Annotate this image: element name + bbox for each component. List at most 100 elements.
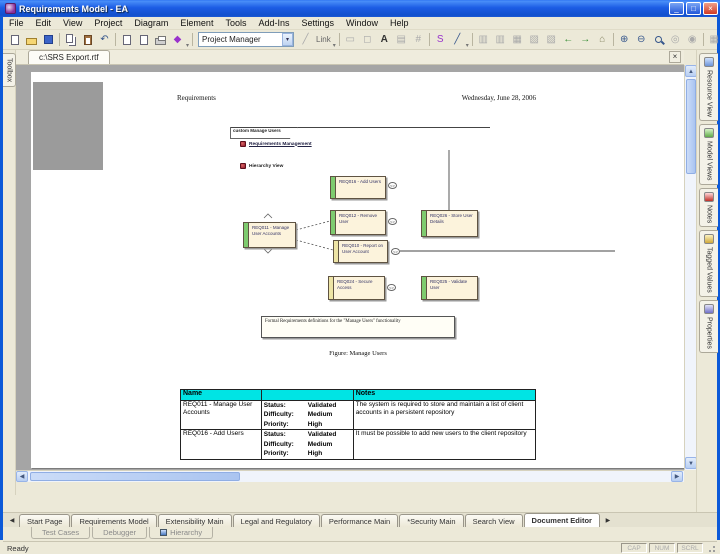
combo-dropdown-icon[interactable]	[282, 33, 293, 46]
main-toolbar: ↶ ◆ ▾ Project Manager ╱ Link ▾ ▭ ◻ A ▤ #…	[3, 30, 717, 50]
resource-view-icon	[704, 57, 714, 67]
status-bar-yellow	[329, 277, 334, 299]
req-box-req026: REQ026 - Store User Details	[421, 210, 478, 237]
req-box-label: REQ024 - Secure Access	[337, 279, 382, 290]
document-tab[interactable]: c:\SRS Export.rtf	[28, 50, 110, 64]
workspace-combo[interactable]: Project Manager	[198, 32, 294, 47]
req-box-req016: REQ016 - Add Users	[330, 176, 386, 199]
new-document-icon[interactable]	[6, 32, 23, 48]
prop-value: Medium	[308, 440, 351, 449]
open-icon[interactable]	[23, 32, 40, 48]
menu-addins[interactable]: Add-Ins	[252, 18, 295, 28]
tab-security-main[interactable]: *Security Main	[399, 514, 463, 527]
menu-view[interactable]: View	[57, 18, 88, 28]
zoom-in-icon[interactable]: ⊕	[616, 32, 633, 48]
ea-model-icon[interactable]: ◆	[169, 32, 186, 48]
req-box-label: REQ012 - Remove User	[339, 213, 383, 224]
tools-overflow-icon[interactable]: ▾	[466, 42, 469, 49]
home-icon[interactable]: ⌂	[594, 32, 611, 48]
print-icon[interactable]	[152, 32, 169, 48]
menu-help[interactable]: Help	[384, 18, 415, 28]
caps-lock-indicator: CAP	[621, 543, 647, 553]
prop-value: Medium	[308, 410, 351, 419]
tab-test-cases[interactable]: Test Cases	[31, 527, 90, 539]
align-right-icon[interactable]: ▥	[492, 32, 509, 48]
model-views-tab[interactable]: Model Views	[699, 124, 718, 185]
layout-icon[interactable]: ▦	[706, 32, 720, 48]
scroll-left-icon[interactable]: ◀	[16, 471, 28, 482]
tab-scroll-right-icon[interactable]: ▶	[601, 515, 615, 527]
menu-edit[interactable]: Edit	[30, 18, 58, 28]
properties-icon	[704, 304, 714, 314]
link-tool-icon[interactable]: ╱	[297, 32, 314, 48]
tab-performance-main[interactable]: Performance Main	[321, 514, 398, 527]
diagram-frame-label: custom Manage Users	[230, 127, 298, 139]
tab-extensibility-main[interactable]: Extensibility Main	[158, 514, 232, 527]
note-tool-icon[interactable]: ▤	[393, 32, 410, 48]
tagged-values-tab[interactable]: Tagged Values	[699, 230, 718, 297]
link-dropdown-icon[interactable]: ▾	[333, 42, 336, 49]
menu-project[interactable]: Project	[88, 18, 128, 28]
tab-hierarchy[interactable]: Hierarchy	[149, 527, 213, 539]
vertical-scroll-thumb[interactable]	[686, 79, 696, 174]
scroll-right-icon[interactable]: ▶	[671, 471, 683, 482]
send-back-icon[interactable]: ▧	[543, 32, 560, 48]
grid-tool-icon[interactable]: #	[410, 32, 427, 48]
properties-tab[interactable]: Properties	[699, 300, 718, 353]
status-bar-green	[422, 277, 427, 299]
zoom-out-icon[interactable]: ⊖	[633, 32, 650, 48]
tab-requirements-model[interactable]: Requirements Model	[71, 514, 156, 527]
document-close-icon[interactable]	[669, 51, 681, 63]
layer-icon[interactable]: ▧	[526, 32, 543, 48]
tab-document-editor[interactable]: Document Editor	[524, 513, 600, 527]
toolbox-tab[interactable]: Toolbox	[3, 53, 16, 87]
legend-label: Requirements Management	[249, 142, 312, 147]
endpoint-tool-icon[interactable]: ◻	[359, 32, 376, 48]
tab-legal-and-regulatory[interactable]: Legal and Regulatory	[233, 514, 320, 527]
pen-tool-icon[interactable]: ╱	[449, 32, 466, 48]
menu-window[interactable]: Window	[340, 18, 384, 28]
minimize-button[interactable]	[669, 2, 684, 15]
reload-diagram-icon[interactable]	[135, 32, 152, 48]
menu-file[interactable]: File	[3, 18, 30, 28]
menu-diagram[interactable]: Diagram	[128, 18, 174, 28]
undo-icon[interactable]: ↶	[96, 32, 113, 48]
tab-start-page[interactable]: Start Page	[19, 514, 70, 527]
back-icon[interactable]: ←	[560, 32, 577, 48]
copy-icon[interactable]	[62, 32, 79, 48]
prop-label: Priority:	[264, 449, 308, 458]
menu-settings[interactable]: Settings	[296, 18, 341, 28]
horizontal-scrollbar[interactable]: ◀ ▶	[16, 470, 684, 482]
find-icon[interactable]: ◎	[667, 32, 684, 48]
resource-view-tab[interactable]: Resource View	[699, 53, 718, 121]
text-tool-icon[interactable]: A	[376, 32, 393, 48]
save-icon[interactable]	[40, 32, 57, 48]
horizontal-scroll-thumb[interactable]	[30, 472, 240, 481]
resize-grip[interactable]	[706, 543, 716, 553]
close-button[interactable]	[703, 2, 718, 15]
link-tool-label[interactable]: Link	[316, 35, 331, 44]
notes-label: Notes	[706, 205, 713, 223]
maximize-button[interactable]	[686, 2, 701, 15]
shape-script-icon[interactable]: S	[432, 32, 449, 48]
document-editor[interactable]: Requirements Wednesday, June 28, 2006 cu…	[16, 65, 684, 470]
num-lock-indicator: NUM	[649, 543, 675, 553]
title-bar: Requirements Model - EA	[0, 0, 720, 17]
tab-scroll-left-icon[interactable]: ◀	[5, 515, 19, 527]
menu-element[interactable]: Element	[174, 18, 219, 28]
prop-label: Priority:	[264, 420, 308, 429]
space-evenly-icon[interactable]: ▦	[509, 32, 526, 48]
expand-icon	[391, 248, 400, 255]
search-icon[interactable]: ◉	[684, 32, 701, 48]
forward-icon[interactable]: →	[577, 32, 594, 48]
zoom-custom-icon[interactable]	[650, 32, 667, 48]
tab-debugger[interactable]: Debugger	[92, 527, 147, 539]
new-diagram-icon[interactable]	[118, 32, 135, 48]
rectangle-tool-icon[interactable]: ▭	[342, 32, 359, 48]
tab-search-view[interactable]: Search View	[465, 514, 523, 527]
paste-icon[interactable]	[79, 32, 96, 48]
align-left-icon[interactable]: ▥	[475, 32, 492, 48]
notes-tab[interactable]: Notes	[699, 188, 718, 227]
toolbar-overflow-icon[interactable]: ▾	[186, 42, 189, 49]
menu-tools[interactable]: Tools	[219, 18, 252, 28]
